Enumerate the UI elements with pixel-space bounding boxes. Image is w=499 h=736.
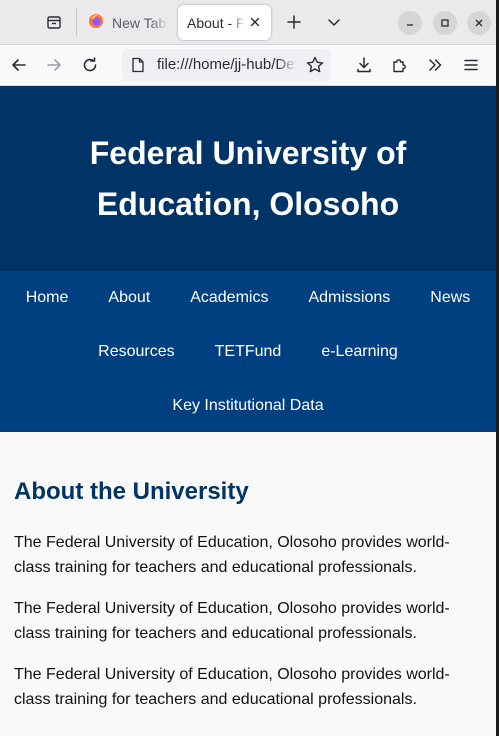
tab-new-tab[interactable]: New Tab [80, 5, 172, 40]
forward-arrow-icon[interactable] [40, 51, 68, 79]
paragraph: The Federal University of Education, Olo… [14, 600, 450, 642]
web-page: Federal University of Education, Olosoho… [0, 86, 496, 736]
site-header: Federal University of Education, Olosoho [0, 86, 496, 271]
paragraph: The Federal University of Education, Olo… [14, 666, 450, 708]
nav-academics-link[interactable]: Academics [170, 279, 288, 333]
tab-separator [76, 8, 77, 36]
tab-strip: New Tab About - Federal University of Ed… [0, 0, 496, 45]
site-title: Federal University of Education, Olosoho [89, 134, 407, 222]
close-icon[interactable] [247, 14, 263, 30]
minimize-icon[interactable] [398, 11, 422, 35]
nav-about-link[interactable]: About [88, 279, 170, 333]
nav-admissions-link[interactable]: Admissions [288, 279, 410, 333]
firefox-logo-icon [88, 13, 104, 32]
nav-elearning-link[interactable]: e-Learning [301, 333, 418, 387]
navigation-toolbar: file:///home/jj-hub/Desktop/about.html [0, 45, 496, 86]
page-icon [130, 57, 146, 73]
nav-key-institutional-data-link[interactable]: Key Institutional Data [152, 387, 343, 441]
nav-home-link[interactable]: Home [6, 279, 89, 333]
maximize-icon[interactable] [433, 11, 457, 35]
paragraph: The Federal University of Education, Olo… [14, 534, 450, 576]
chevron-down-icon[interactable] [321, 9, 347, 35]
hamburger-menu-icon[interactable] [457, 51, 485, 79]
tab-about[interactable]: About - Federal University of Education,… [178, 5, 271, 40]
double-chevron-right-icon[interactable] [421, 51, 449, 79]
tab-label: New Tab [112, 14, 167, 31]
main-nav: Home About Academics Admissions News Res… [0, 271, 496, 432]
main-content: About the University The Federal Univers… [0, 432, 496, 712]
plus-icon[interactable] [281, 9, 307, 35]
address-bar[interactable]: file:///home/jj-hub/Desktop/about.html [122, 49, 331, 81]
star-icon[interactable] [305, 55, 325, 75]
nav-news-link[interactable]: News [410, 279, 490, 333]
window-close-icon[interactable] [467, 11, 491, 35]
url-text: file:///home/jj-hub/Desktop/about.html [157, 56, 297, 73]
nav-tetfund-link[interactable]: TETFund [195, 333, 302, 387]
download-icon[interactable] [350, 51, 378, 79]
browser-window: New Tab About - Federal University of Ed… [0, 0, 496, 736]
tab-label: About - Federal University of Education,… [187, 14, 245, 31]
back-arrow-icon[interactable] [5, 51, 33, 79]
section-heading: About the University [14, 478, 249, 505]
firefox-view-icon[interactable] [40, 8, 68, 36]
nav-resources-link[interactable]: Resources [78, 333, 194, 387]
reload-icon[interactable] [76, 51, 104, 79]
puzzle-icon[interactable] [386, 51, 414, 79]
